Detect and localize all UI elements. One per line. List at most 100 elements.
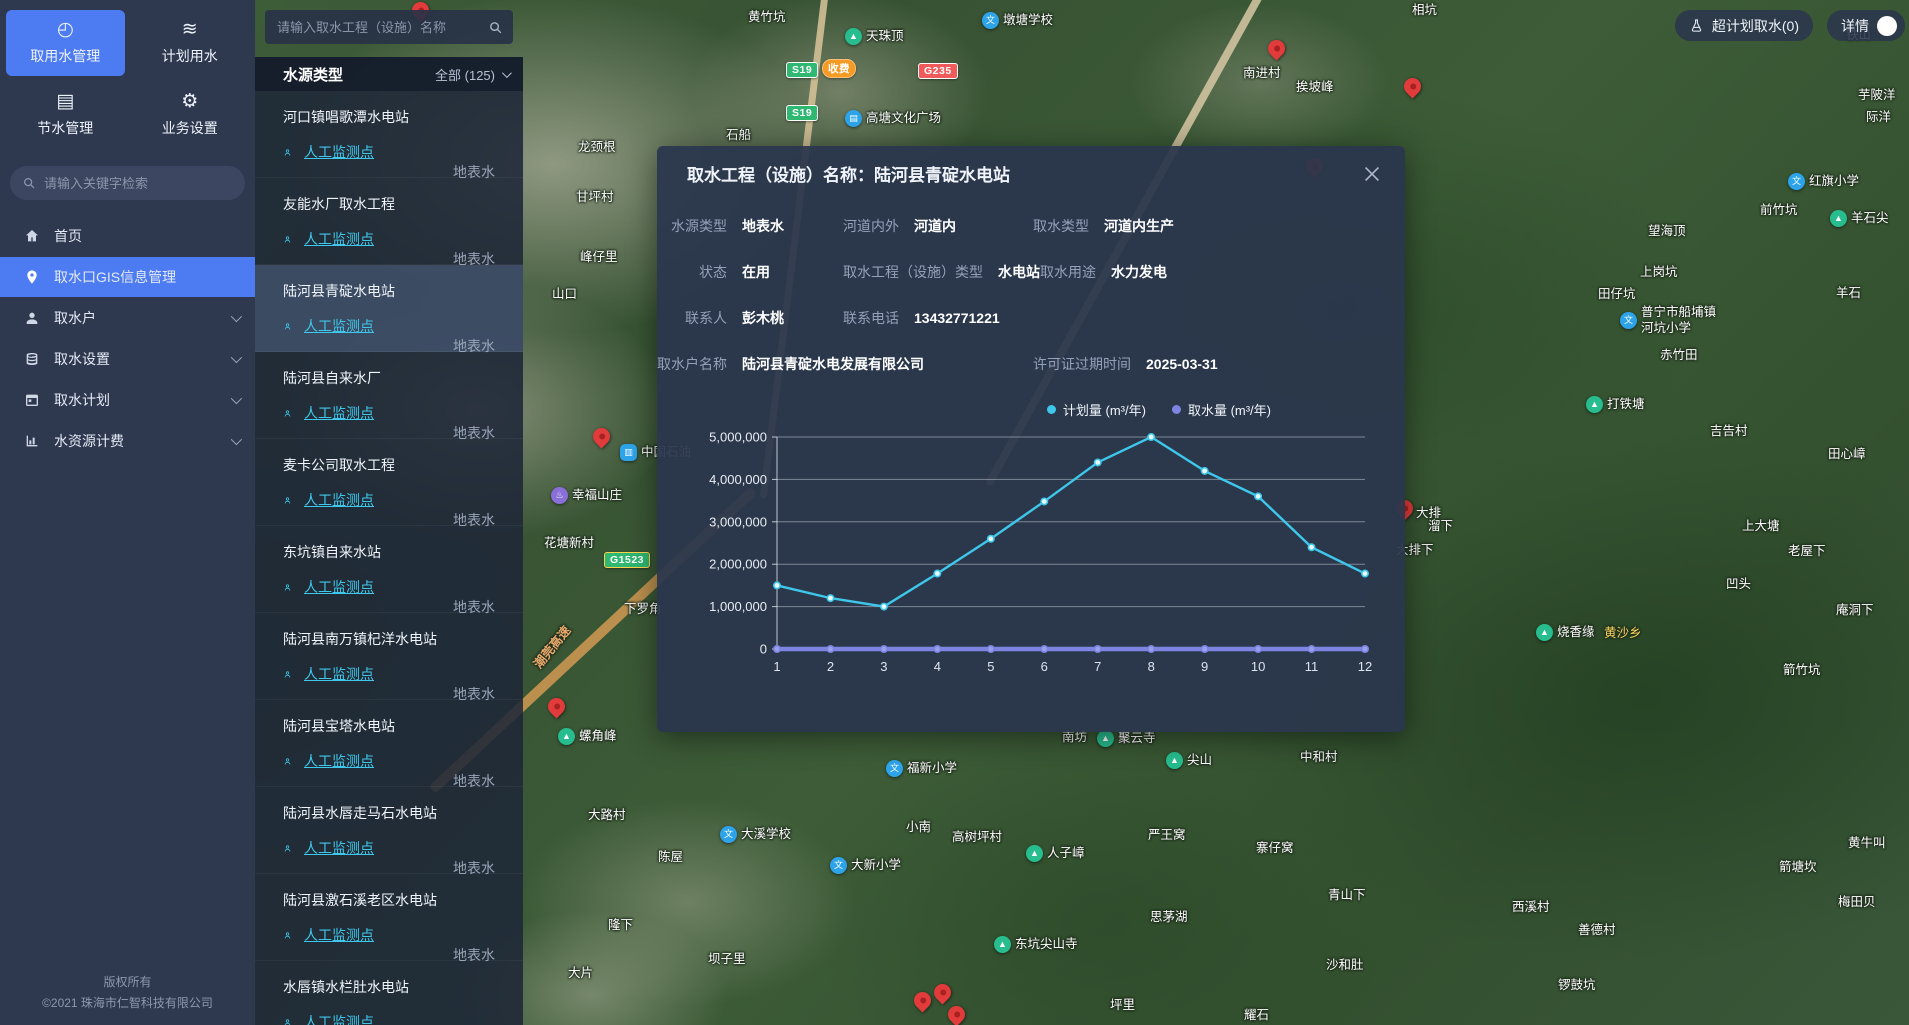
- map-label-text: 望海顶: [1648, 224, 1686, 240]
- person-icon: [283, 1015, 298, 1025]
- app-tile-gear[interactable]: ⚙业务设置: [131, 82, 250, 148]
- station-name: 陆河县自来水厂: [283, 368, 523, 388]
- list-item[interactable]: 水唇镇水栏肚水电站人工监测点地表水: [255, 961, 523, 1025]
- map-label-text: 田心嶂: [1828, 447, 1866, 463]
- list-item[interactable]: 陆河县宝塔水电站人工监测点地表水: [255, 700, 523, 787]
- tile-label: 取用水管理: [30, 46, 100, 66]
- monitor-point-link[interactable]: 人工监测点: [304, 751, 374, 771]
- map-label: 相坑: [1412, 3, 1437, 19]
- sidebar-item-db[interactable]: 取水设置: [0, 339, 255, 379]
- sidebar-item-pin[interactable]: 取水口GIS信息管理: [0, 257, 255, 297]
- sidebar-search-input[interactable]: [44, 176, 233, 191]
- map-label: ▲东坑尖山寺: [994, 936, 1078, 953]
- monitor-point-link[interactable]: 人工监测点: [304, 403, 374, 423]
- monitor-point-link[interactable]: 人工监测点: [304, 925, 374, 945]
- over-plan-withdrawal-button[interactable]: 超计划取水(0): [1675, 10, 1813, 41]
- map-label: 黄竹坑: [748, 10, 786, 26]
- field-value: 陆河县青碇水电发展有限公司: [742, 354, 924, 374]
- station-search-input[interactable]: [277, 20, 488, 35]
- map-pin-marker[interactable]: [1400, 74, 1424, 98]
- map-label: 南坊: [1062, 730, 1087, 746]
- list-item[interactable]: 友能水厂取水工程人工监测点地表水: [255, 178, 523, 265]
- map-label: 陈屋: [658, 850, 683, 866]
- monitor-point-link[interactable]: 人工监测点: [304, 142, 374, 162]
- map-pin-marker[interactable]: [930, 980, 954, 1004]
- map-pin-marker[interactable]: [1264, 36, 1288, 60]
- field-cell: 取水类型河道内生产: [1033, 216, 1375, 236]
- app-tile-waves[interactable]: ≋计划用水: [131, 10, 250, 76]
- person-icon: [283, 580, 298, 595]
- sidebar-item-label: 取水设置: [54, 349, 110, 369]
- field-label: 取水类型: [1033, 216, 1089, 236]
- school-map-icon: 文: [720, 826, 737, 843]
- list-item[interactable]: 东坑镇自来水站人工监测点地表水: [255, 526, 523, 613]
- map-label: ▲人子嶂: [1026, 845, 1085, 862]
- detail-toggle[interactable]: 详情: [1827, 10, 1905, 41]
- line-chart: 01,000,0002,000,0003,000,0004,000,0005,0…: [681, 423, 1381, 681]
- person-icon: [283, 493, 298, 508]
- map-label: 严王窝: [1148, 828, 1186, 844]
- map-pin-marker[interactable]: [544, 694, 568, 718]
- legend-item[interactable]: 取水量 (m³/年): [1172, 400, 1271, 419]
- app-tile-gauge[interactable]: ◴ 取用水管理: [6, 10, 125, 76]
- leisure-map-icon: ♨: [551, 487, 568, 504]
- station-search[interactable]: [265, 10, 513, 44]
- monitor-point-link[interactable]: 人工监测点: [304, 316, 374, 336]
- sidebar-search[interactable]: [10, 166, 245, 200]
- list-item[interactable]: 麦卡公司取水工程人工监测点地表水: [255, 439, 523, 526]
- svg-text:3,000,000: 3,000,000: [709, 514, 767, 529]
- person-icon: [283, 841, 298, 856]
- school-map-icon: 文: [1620, 312, 1637, 329]
- scenic-map-icon: ▲: [558, 728, 575, 745]
- list-item[interactable]: 河口镇唱歌潭水电站人工监测点地表水: [255, 91, 523, 178]
- map-label-text: 上大塘: [1742, 519, 1780, 535]
- monitor-point-link[interactable]: 人工监测点: [304, 229, 374, 249]
- map-label-text: 南坊: [1062, 730, 1087, 746]
- list-item[interactable]: 陆河县自来水厂人工监测点地表水: [255, 352, 523, 439]
- field-value: 13432771221: [914, 310, 1000, 326]
- close-icon[interactable]: [1361, 163, 1383, 185]
- legend-dot-icon: [1172, 405, 1181, 414]
- map-label: 大排: [1416, 506, 1441, 522]
- source-type-filter-dropdown[interactable]: 全部 (125): [435, 65, 509, 84]
- sidebar-item-user[interactable]: 取水户: [0, 298, 255, 338]
- sidebar-item-home[interactable]: 首页: [0, 216, 255, 256]
- map-label-text: 赤竹田: [1660, 348, 1698, 364]
- list-item[interactable]: 陆河县水唇走马石水电站人工监测点地表水: [255, 787, 523, 874]
- map-label-text: 普宁市船埔镇 河坑小学: [1641, 305, 1716, 336]
- gauge-icon: ◴: [57, 20, 74, 39]
- map-pin-marker[interactable]: [944, 1002, 968, 1025]
- list-item[interactable]: 陆河县青碇水电站人工监测点地表水: [255, 265, 523, 352]
- map-label-text: 螺角峰: [579, 729, 617, 745]
- scenic-map-icon: ▲: [1830, 210, 1847, 227]
- field-cell: 取水用途水力发电: [1040, 262, 1375, 282]
- app-tile-doc[interactable]: ▤节水管理: [6, 82, 125, 148]
- map-label-text: 南进村: [1243, 66, 1281, 82]
- map-label-text: 天珠顶: [866, 29, 904, 45]
- monitor-point-link[interactable]: 人工监测点: [304, 664, 374, 684]
- field-value: 在用: [742, 262, 770, 282]
- map-label: ▲打铁塘: [1586, 396, 1645, 413]
- map-pin-marker[interactable]: [910, 988, 934, 1012]
- map-pin-marker[interactable]: [589, 424, 613, 448]
- person-icon: [283, 928, 298, 943]
- list-item[interactable]: 陆河县南万镇杞洋水电站人工监测点地表水: [255, 613, 523, 700]
- home-icon: [24, 228, 40, 244]
- map-label: 文墩塘学校: [982, 12, 1053, 29]
- monitor-point-link[interactable]: 人工监测点: [304, 577, 374, 597]
- legend-item[interactable]: 计划量 (m³/年): [1047, 400, 1146, 419]
- field-cell: 取水户名称陆河县青碇水电发展有限公司: [657, 354, 1033, 374]
- svg-text:4,000,000: 4,000,000: [709, 472, 767, 487]
- sidebar-item-calendar[interactable]: 取水计划: [0, 380, 255, 420]
- monitor-point-link[interactable]: 人工监测点: [304, 490, 374, 510]
- monitor-point-link[interactable]: 人工监测点: [304, 1012, 374, 1025]
- field-label: 水源类型: [657, 216, 727, 236]
- list-item[interactable]: 陆河县激石溪老区水电站人工监测点地表水: [255, 874, 523, 961]
- sidebar-item-chart[interactable]: 水资源计费: [0, 421, 255, 461]
- field-value: 彭木桃: [742, 308, 784, 328]
- toggle-knob[interactable]: [1877, 16, 1897, 36]
- field-label: 取水用途: [1040, 262, 1096, 282]
- station-name: 麦卡公司取水工程: [283, 455, 523, 475]
- station-meta-row: 人工监测点: [283, 403, 523, 423]
- monitor-point-link[interactable]: 人工监测点: [304, 838, 374, 858]
